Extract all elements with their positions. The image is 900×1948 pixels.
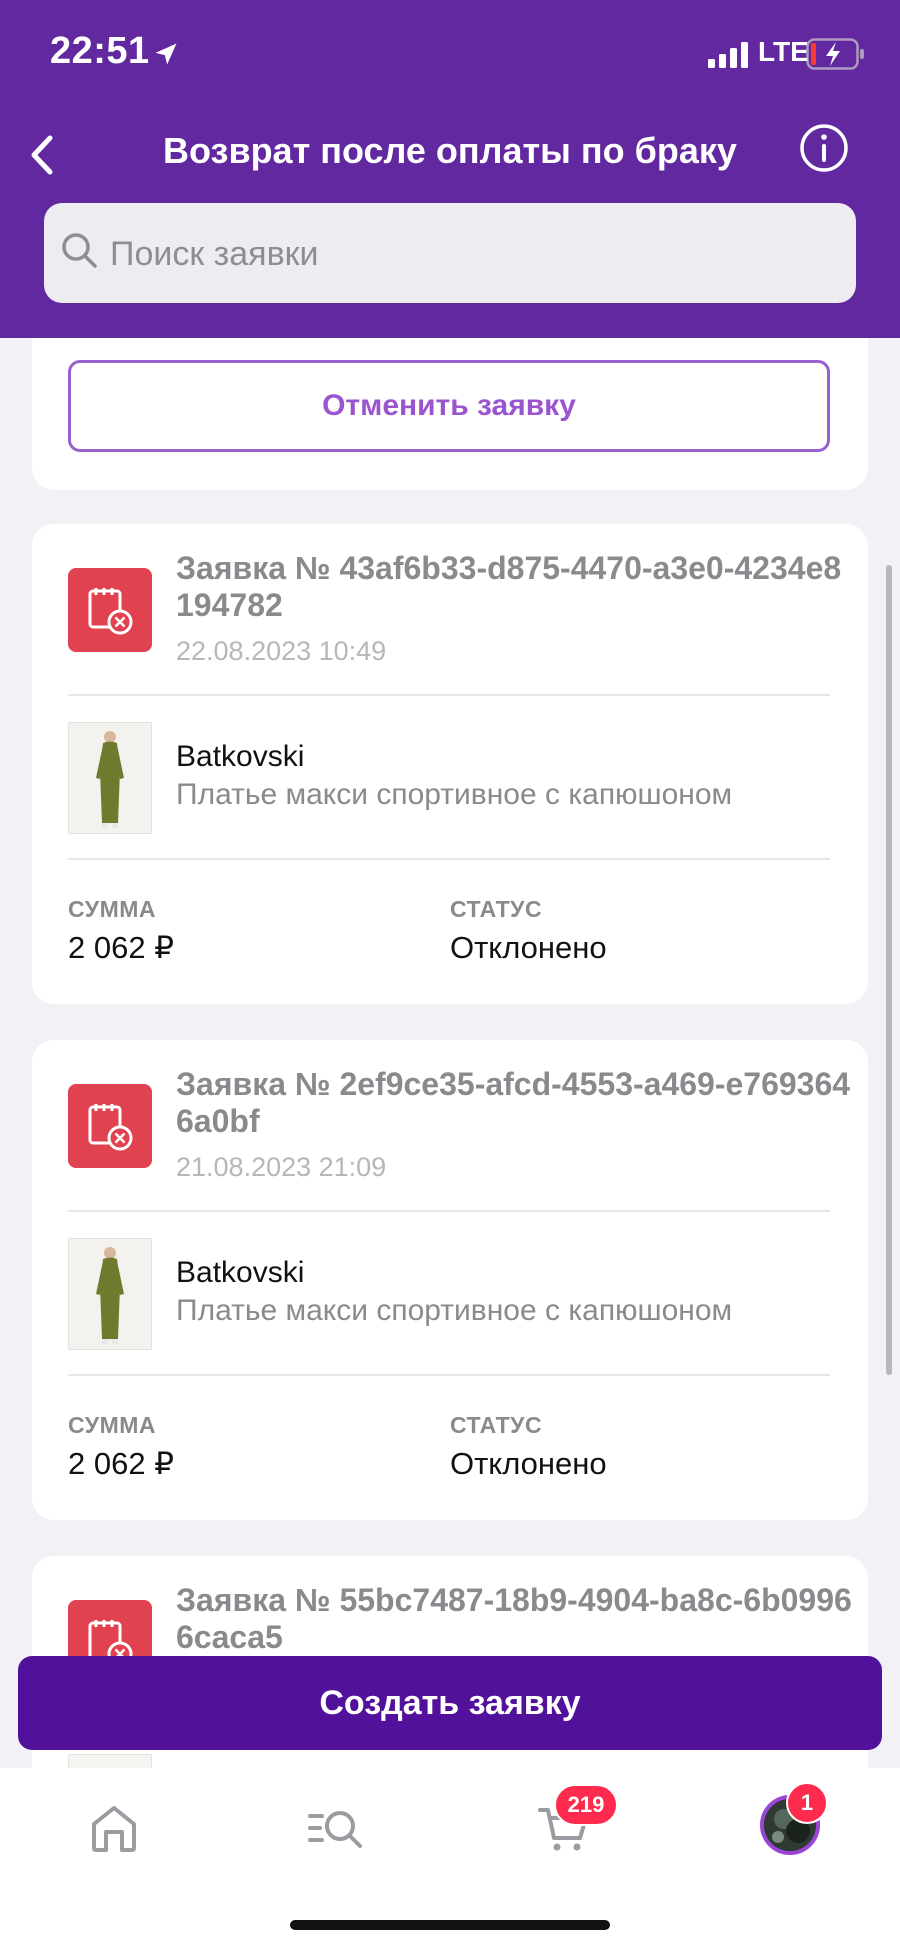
- sum-label: СУММА: [68, 1412, 157, 1438]
- request-rejected-icon: [68, 568, 152, 652]
- home-icon[interactable]: [84, 1798, 144, 1858]
- network-type: LTE: [758, 36, 809, 67]
- request-date: 21.08.2023 21:09: [176, 1152, 387, 1182]
- info-icon[interactable]: [798, 122, 850, 174]
- location-arrow-icon: [155, 43, 177, 65]
- request-number: Заявка № 55bc7487-18b9-4904-ba8c-6b09966…: [176, 1582, 852, 1655]
- request-card[interactable]: Заявка № 2ef9ce35-afcd-4553-a469-e769364…: [32, 1040, 868, 1520]
- status-value: Отклонено: [450, 930, 607, 965]
- catalog-search-icon[interactable]: [306, 1798, 366, 1858]
- search-input[interactable]: [108, 227, 832, 281]
- nav-bar: Возврат после оплаты по браку: [0, 118, 900, 188]
- product-name: Платье макси спортивное с капюшоном: [176, 778, 733, 811]
- create-request-button[interactable]: Создать заявку: [18, 1656, 882, 1750]
- status-value: Отклонено: [450, 1446, 607, 1481]
- divider: [68, 694, 830, 696]
- sum-value: 2 062 ₽: [68, 930, 174, 965]
- page-title: Возврат после оплаты по браку: [163, 130, 737, 171]
- status-time: 22:51: [50, 30, 150, 72]
- request-number: Заявка № 43af6b33-d875-4470-a3e0-4234e81…: [176, 550, 842, 623]
- request-number: Заявка № 2ef9ce35-afcd-4553-a469-e769364…: [176, 1066, 851, 1139]
- divider: [68, 1374, 830, 1376]
- sum-value: 2 062 ₽: [68, 1446, 174, 1481]
- product-brand: Batkovski: [176, 740, 305, 773]
- product-brand: Batkovski: [176, 1256, 305, 1289]
- request-card[interactable]: Заявка № 43af6b33-d875-4470-a3e0-4234e81…: [32, 524, 868, 1004]
- product-image: [68, 722, 152, 834]
- cancel-request-button[interactable]: Отменить заявку: [68, 360, 830, 452]
- battery-icon: [806, 38, 864, 70]
- request-rejected-icon: [68, 1084, 152, 1168]
- product-image: [68, 1238, 152, 1350]
- cart-badge: 219: [554, 1784, 618, 1826]
- search-bar[interactable]: [44, 203, 856, 303]
- status-bar: 22:51 LTE: [0, 0, 900, 110]
- signal-icon: [708, 42, 748, 68]
- header: 22:51 LTE Возврат после оплаты по браку: [0, 0, 900, 338]
- status-label: СТАТУС: [450, 896, 543, 922]
- status-label: СТАТУС: [450, 1412, 543, 1438]
- divider: [68, 858, 830, 860]
- search-icon: [62, 233, 97, 268]
- scrollbar[interactable]: [886, 565, 892, 1375]
- divider: [68, 1210, 830, 1212]
- profile-badge: 1: [786, 1782, 828, 1824]
- request-date: 22.08.2023 10:49: [176, 636, 387, 666]
- home-indicator: [290, 1920, 610, 1930]
- product-name: Платье макси спортивное с капюшоном: [176, 1294, 733, 1327]
- sum-label: СУММА: [68, 896, 157, 922]
